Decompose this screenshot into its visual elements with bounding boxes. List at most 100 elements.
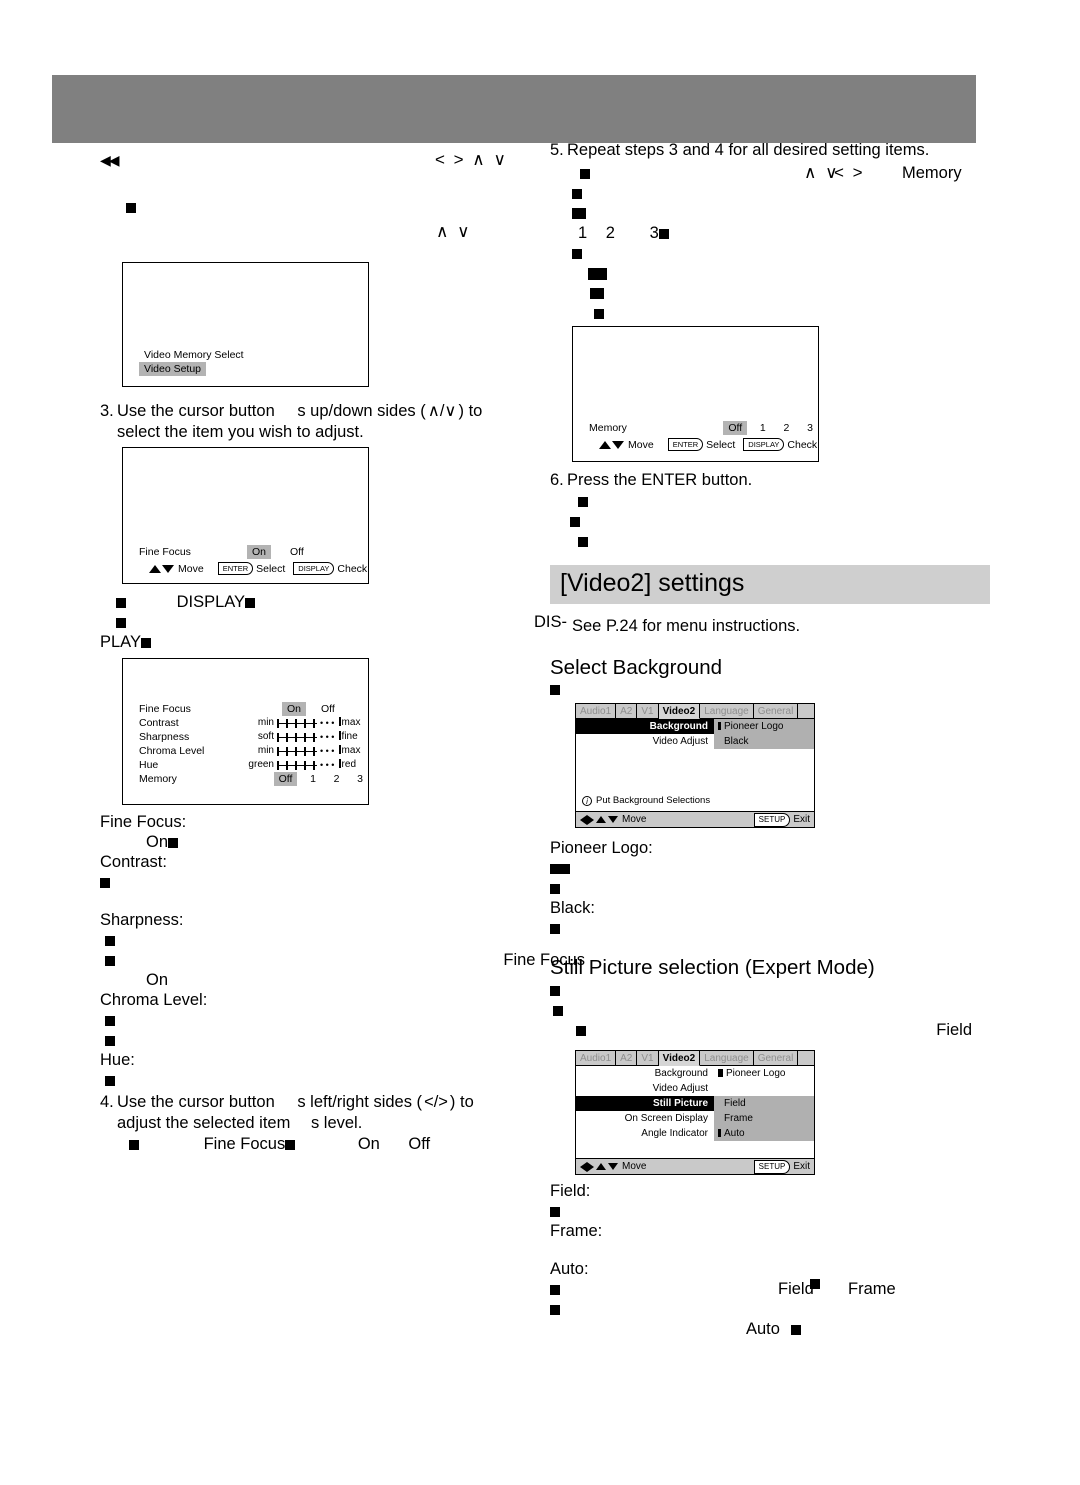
left-column: ◀◀ < > ∧ ∨ ∧ ∨ Video Memory Select Video… [100, 150, 585, 1155]
triangle-left-icon [580, 814, 587, 825]
redaction-block [126, 202, 136, 213]
osd-memory-slot-2: 2 [333, 773, 340, 785]
note-line-8 [550, 303, 990, 323]
slider-min-label: min [257, 717, 274, 728]
key-setup: SETUP [753, 812, 791, 827]
step-4-note-off: Off [408, 1135, 431, 1153]
guide-select-label: Select [256, 562, 286, 575]
tab-audio1[interactable]: Audio1 [576, 704, 617, 719]
slot-3: 3 [649, 224, 659, 242]
note-line-2 [550, 1000, 990, 1020]
osd-guide-bar: Move ENTER Select DISPLAY Check [123, 562, 368, 575]
slider-max-label: fine [338, 730, 358, 744]
tab-general[interactable]: General [753, 1051, 799, 1066]
still-picture-notes: Field [550, 980, 990, 1040]
slider-max-label: red [338, 758, 356, 772]
word-play: PLAY [100, 633, 141, 651]
osd-memory-slot-2: 2 [783, 422, 790, 434]
menu-item-video-adjust[interactable]: Video Adjust [576, 734, 714, 749]
menu-option-field[interactable]: Field [714, 1096, 814, 1111]
display-note-line1: DISPLAY [100, 592, 520, 612]
right-column: 5. Repeat steps 3 and 4 for all desired s… [550, 140, 990, 1339]
menu-tab-strip[interactable]: Audio1 A2 V1 Video2 Language General [576, 1051, 814, 1066]
tab-language[interactable]: Language [700, 704, 754, 719]
osd-value-on: On [247, 545, 272, 559]
osd-memory-slot-3: 3 [357, 773, 363, 785]
tab-video2[interactable]: Video2 [658, 704, 701, 719]
see-page-note: See P.24 for menu instructions. [572, 617, 801, 635]
rewind-icon: ◀◀ [100, 152, 119, 168]
tab-video2[interactable]: Video2 [658, 1051, 701, 1066]
def-pioneer-logo: Pioneer Logo: [550, 839, 653, 857]
tab-language[interactable]: Language [700, 1051, 754, 1066]
slider-track [277, 732, 317, 742]
guide-check-label: Check [787, 438, 818, 451]
note-field: Field [936, 1021, 972, 1039]
osd-row-memory: Memory Off 1 2 3 [573, 421, 818, 435]
menu-body: Background Video Adjust Still Picture On… [576, 1066, 814, 1158]
cursor-arrows-mid: ∧ ∨ [436, 222, 472, 241]
slider-track [277, 760, 317, 770]
menu-tab-strip[interactable]: Audio1 A2 V1 Video2 Language General [576, 704, 814, 719]
menu-item-video-adjust[interactable]: Video Adjust [576, 1081, 714, 1096]
osd-row-sharpness: Sharpness soft ••• fine [123, 730, 368, 744]
key-enter: ENTER [667, 438, 704, 451]
step-4: 4. Use the cursor button s left/right sid… [100, 1092, 520, 1155]
menu-option-auto[interactable]: Auto [714, 1126, 814, 1141]
note-line-1 [550, 980, 990, 1000]
menu-option-pioneer-logo[interactable]: Pioneer Logo [714, 719, 814, 734]
menu-option-black[interactable]: Black [714, 734, 814, 749]
selection-marker-icon [718, 1129, 721, 1137]
tab-v1[interactable]: V1 [637, 1051, 659, 1066]
osd-memory-off: Off [273, 772, 298, 786]
osd-memory-slot-1: 1 [310, 773, 316, 785]
osd-value-on: On [282, 702, 307, 716]
tab-a2[interactable]: A2 [616, 1051, 638, 1066]
osd-label: Sharpness [139, 731, 190, 743]
menu-option-pioneer-logo[interactable]: Pioneer Logo [714, 1066, 814, 1081]
step-3-line2: select the item you wish to adjust. [117, 423, 364, 441]
slider-min-label: min [257, 745, 274, 756]
menu-top-option: Pioneer Logo [714, 1066, 814, 1081]
def-sharpness-body-1 [100, 930, 520, 950]
triangle-left-icon [580, 1161, 587, 1172]
menu-option-frame[interactable]: Frame [714, 1111, 814, 1126]
menu-info-text: Put Background Selections [596, 795, 711, 806]
osd-guide-bar: Move ENTER Select DISPLAY Check [573, 438, 818, 451]
tab-v1[interactable]: V1 [637, 704, 659, 719]
note-auto: Auto [746, 1320, 780, 1338]
tab-audio1[interactable]: Audio1 [576, 1051, 617, 1066]
step-4-note: Fine Focus On Off [100, 1134, 520, 1155]
def-pioneer-logo-body-1 [550, 858, 990, 878]
menu-item-angle-indicator[interactable]: Angle Indicator [576, 1126, 714, 1141]
key-setup: SETUP [753, 1159, 791, 1174]
guide-move-label: Move [628, 438, 654, 451]
def-black: Black: [550, 899, 595, 917]
slider-contrast: min ••• max [247, 716, 360, 730]
step-6: 6. Press the ENTER button. [550, 470, 990, 491]
osd-label-memory: Memory [589, 422, 627, 434]
step-4-note-fine-focus: Fine Focus [203, 1135, 286, 1153]
slot-1: 1 [578, 224, 588, 242]
tab-general[interactable]: General [753, 704, 799, 719]
menu-item-on-screen-display[interactable]: On Screen Display [576, 1111, 714, 1126]
heading-select-background: Select Background [550, 656, 723, 679]
def-auto-body-1: Field Frame [550, 1279, 990, 1299]
note-field-2: Field [778, 1280, 814, 1298]
menu-item-background[interactable]: Background [576, 1066, 714, 1081]
section-heading-video2: [Video2] settings [550, 565, 990, 604]
menu-item-still-picture[interactable]: Still Picture [576, 1096, 714, 1111]
tab-a2[interactable]: A2 [616, 704, 638, 719]
rewind-row: ◀◀ < > ∧ ∨ [100, 150, 520, 176]
def-fine-focus: Fine Focus: [100, 813, 187, 831]
triangle-right-icon [587, 1161, 594, 1172]
osd-fine-focus: Fine Focus On Off Move ENTER Select DISP… [122, 447, 369, 584]
slider-remaining-dots: ••• [320, 746, 337, 756]
osd-row-chroma-level: Chroma Level min ••• max [123, 744, 368, 758]
note-line-3: < > [550, 163, 990, 223]
slider-remaining-dots: ••• [320, 718, 337, 728]
menu-body: Background Video Adjust Pioneer Logo Bla… [576, 719, 814, 811]
menu-item-background[interactable]: Background [576, 719, 714, 734]
info-icon: i [582, 795, 592, 806]
def-field-body [550, 1201, 990, 1221]
